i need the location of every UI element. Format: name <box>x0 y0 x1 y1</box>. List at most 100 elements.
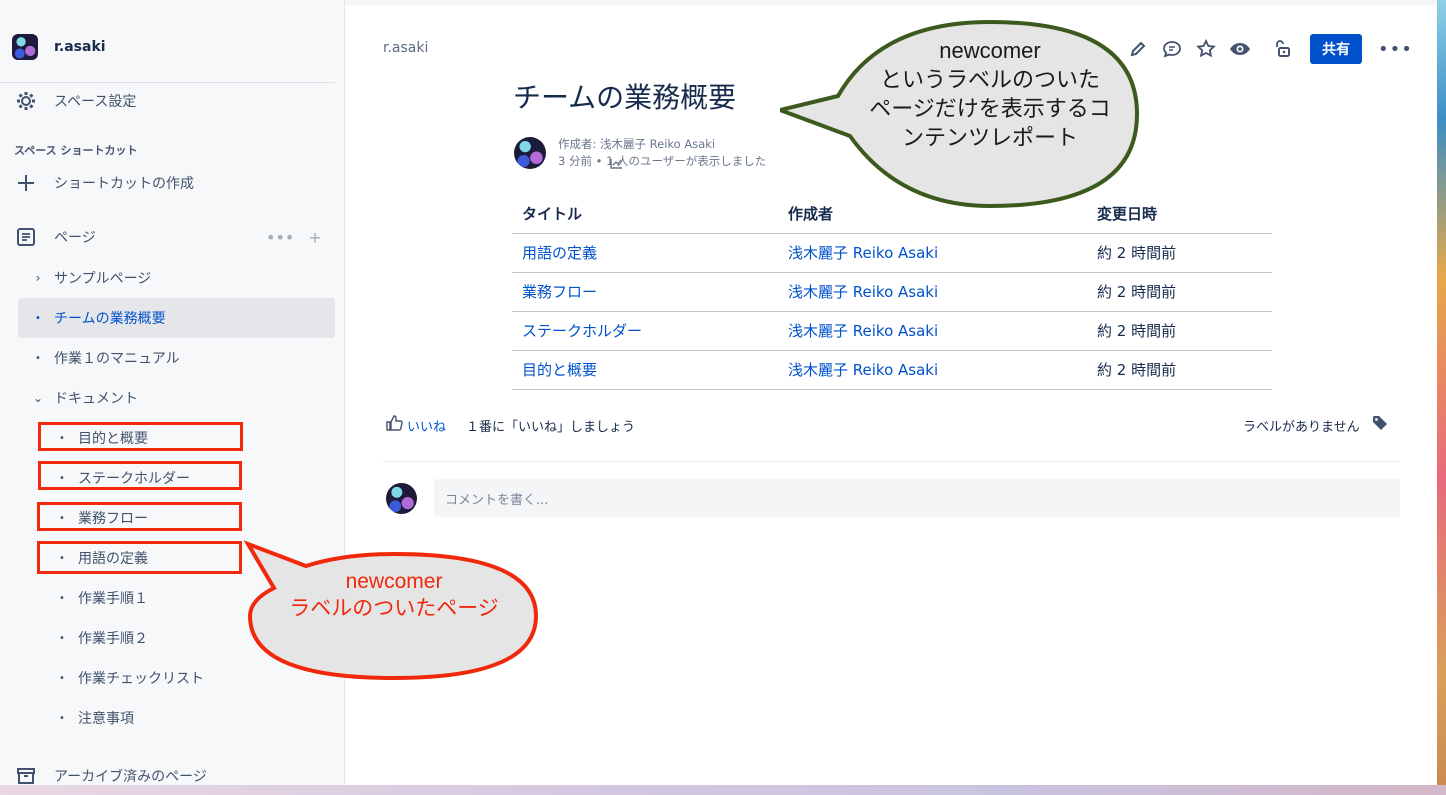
tree-item-label: サンプルページ <box>54 271 152 287</box>
column-header-title[interactable]: タイトル <box>512 195 778 234</box>
tree-item-procedure-1[interactable]: • 作業手順１ <box>52 582 148 614</box>
callout-line: newcomer <box>345 570 443 593</box>
tree-item-notes[interactable]: • 注意事項 <box>52 702 134 734</box>
like-icon[interactable] <box>386 415 403 435</box>
bullet: • <box>59 712 65 724</box>
chevron-down-icon[interactable]: ⌄ <box>28 391 48 405</box>
user-avatar <box>386 482 417 514</box>
modified-time: 約 2 時間前 <box>1087 272 1272 312</box>
page-title: チームの業務概要 <box>513 81 737 114</box>
table-row: ステークホルダー 浅木麗子 Reiko Asaki 約 2 時間前 <box>512 311 1272 351</box>
byline: 作成者: 浅木麗子 Reiko Asaki 3 分前 • 1 人のユーザーが表示… <box>514 136 766 170</box>
dock-strip <box>0 785 1446 795</box>
tree-item-sample[interactable]: › サンプルページ <box>28 262 152 294</box>
share-button[interactable]: 共有 <box>1310 34 1362 64</box>
sidebar-divider <box>0 82 335 83</box>
page-link[interactable]: ステークホルダー <box>512 311 778 351</box>
table-row: 用語の定義 浅木麗子 Reiko Asaki 約 2 時間前 <box>512 233 1272 273</box>
watch-icon[interactable] <box>1226 35 1254 63</box>
label-icon[interactable] <box>1372 415 1388 435</box>
desktop-background-edge <box>1437 0 1446 795</box>
tree-item-label: 作業チェックリスト <box>78 671 204 687</box>
top-border <box>345 0 1446 5</box>
like-button[interactable]: いいね <box>407 416 446 435</box>
pages-actions: ••• + <box>266 228 322 247</box>
space-header[interactable]: r.asaki <box>12 34 106 60</box>
highlight-box <box>37 541 242 574</box>
callout-line: ページだけを表示するコ <box>869 96 1111 121</box>
callout-line: というラベルのついた <box>879 67 1100 92</box>
callout-line: ラベルのついたページ <box>289 597 499 620</box>
create-shortcut-label: ショートカットの作成 <box>54 176 194 192</box>
star-icon[interactable] <box>1192 35 1220 63</box>
labels-row: ラベルがありません <box>1243 415 1388 435</box>
highlight-box <box>37 502 242 531</box>
bullet: • <box>59 592 65 604</box>
more-actions-button[interactable]: ••• <box>1378 39 1413 60</box>
content-report-table: タイトル 作成者 変更日時 用語の定義 浅木麗子 Reiko Asaki 約 2… <box>512 195 1272 390</box>
page-link[interactable]: 目的と概要 <box>512 350 778 390</box>
table-row: 目的と概要 浅木麗子 Reiko Asaki 約 2 時間前 <box>512 350 1272 390</box>
breadcrumb[interactable]: r.asaki <box>383 40 428 56</box>
callout-top-text: newcomer というラベルのついた ページだけを表示するコ ンテンツレポート <box>845 36 1135 152</box>
tree-item-label: 注意事項 <box>78 711 134 727</box>
comment-divider <box>383 461 1400 462</box>
bullet: • <box>59 672 65 684</box>
more-icon[interactable]: ••• <box>266 228 294 247</box>
tree-item-label: ドキュメント <box>54 391 138 407</box>
space-settings-item[interactable]: スペース設定 <box>14 89 136 113</box>
restrictions-icon[interactable] <box>1268 35 1296 63</box>
shortcut-section-label: スペース ショートカット <box>14 144 138 157</box>
comment-row: コメントを書く... <box>386 479 1400 517</box>
no-labels-text: ラベルがありません <box>1243 419 1360 435</box>
callout-line: ンテンツレポート <box>901 125 1078 150</box>
like-row: いいね １番に「いいね」しましょう <box>386 415 635 435</box>
modified-time: 約 2 時間前 <box>1087 233 1272 273</box>
tree-item-checklist[interactable]: • 作業チェックリスト <box>52 662 204 694</box>
tree-item-documents[interactable]: ⌄ ドキュメント <box>28 382 138 414</box>
author-link[interactable]: 浅木麗子 Reiko Asaki <box>778 311 1087 351</box>
tree-item-manual[interactable]: • 作業１のマニュアル <box>28 342 180 374</box>
tree-item-label: 作業手順１ <box>78 591 148 607</box>
analytics-icon[interactable] <box>610 154 623 173</box>
author-link[interactable]: 浅木麗子 Reiko Asaki <box>778 350 1087 390</box>
callout-line: newcomer <box>939 38 1041 63</box>
page-link[interactable]: 用語の定義 <box>512 233 778 273</box>
bullet: • <box>59 632 65 644</box>
create-shortcut-item[interactable]: ショートカットの作成 <box>14 171 194 195</box>
meta-line[interactable]: 3 分前 • 1 人のユーザーが表示しました <box>558 153 766 170</box>
tree-item-team-overview[interactable]: • チームの業務概要 <box>18 298 335 338</box>
comment-input[interactable]: コメントを書く... <box>434 479 1400 517</box>
tree-item-label: 作業手順２ <box>78 631 148 647</box>
tree-item-label: 作業１のマニュアル <box>54 351 180 367</box>
author-link[interactable]: 浅木麗子 Reiko Asaki <box>778 233 1087 273</box>
archive-label: アーカイブ済みのページ <box>54 769 207 785</box>
highlight-box <box>38 422 243 451</box>
comment-icon[interactable] <box>1158 35 1186 63</box>
callout-bottom-text: newcomer ラベルのついたページ <box>258 568 530 622</box>
author-line[interactable]: 作成者: 浅木麗子 Reiko Asaki <box>558 136 766 153</box>
modified-time: 約 2 時間前 <box>1087 350 1272 390</box>
chevron-right-icon[interactable]: › <box>28 271 48 285</box>
gear-icon <box>14 89 38 113</box>
bullet: • <box>35 312 41 324</box>
page-link[interactable]: 業務フロー <box>512 272 778 312</box>
space-name[interactable]: r.asaki <box>54 39 106 55</box>
modified-time: 約 2 時間前 <box>1087 311 1272 351</box>
page-toolbar: 共有 ••• <box>1124 34 1413 64</box>
space-settings-label: スペース設定 <box>54 94 137 110</box>
author-link[interactable]: 浅木麗子 Reiko Asaki <box>778 272 1087 312</box>
tree-item-procedure-2[interactable]: • 作業手順２ <box>52 622 148 654</box>
bullet: • <box>35 352 41 364</box>
pages-section[interactable]: ページ <box>14 225 96 249</box>
highlight-box <box>38 461 242 490</box>
table-row: 業務フロー 浅木麗子 Reiko Asaki 約 2 時間前 <box>512 272 1272 312</box>
page-icon <box>14 225 38 249</box>
like-message: １番に「いいね」しましょう <box>466 419 636 435</box>
author-avatar[interactable] <box>514 137 546 169</box>
plus-icon[interactable]: + <box>308 228 321 247</box>
pages-label: ページ <box>54 230 96 246</box>
plus-icon <box>14 171 38 195</box>
tree-item-label: チームの業務概要 <box>54 311 166 327</box>
space-avatar <box>12 34 38 60</box>
